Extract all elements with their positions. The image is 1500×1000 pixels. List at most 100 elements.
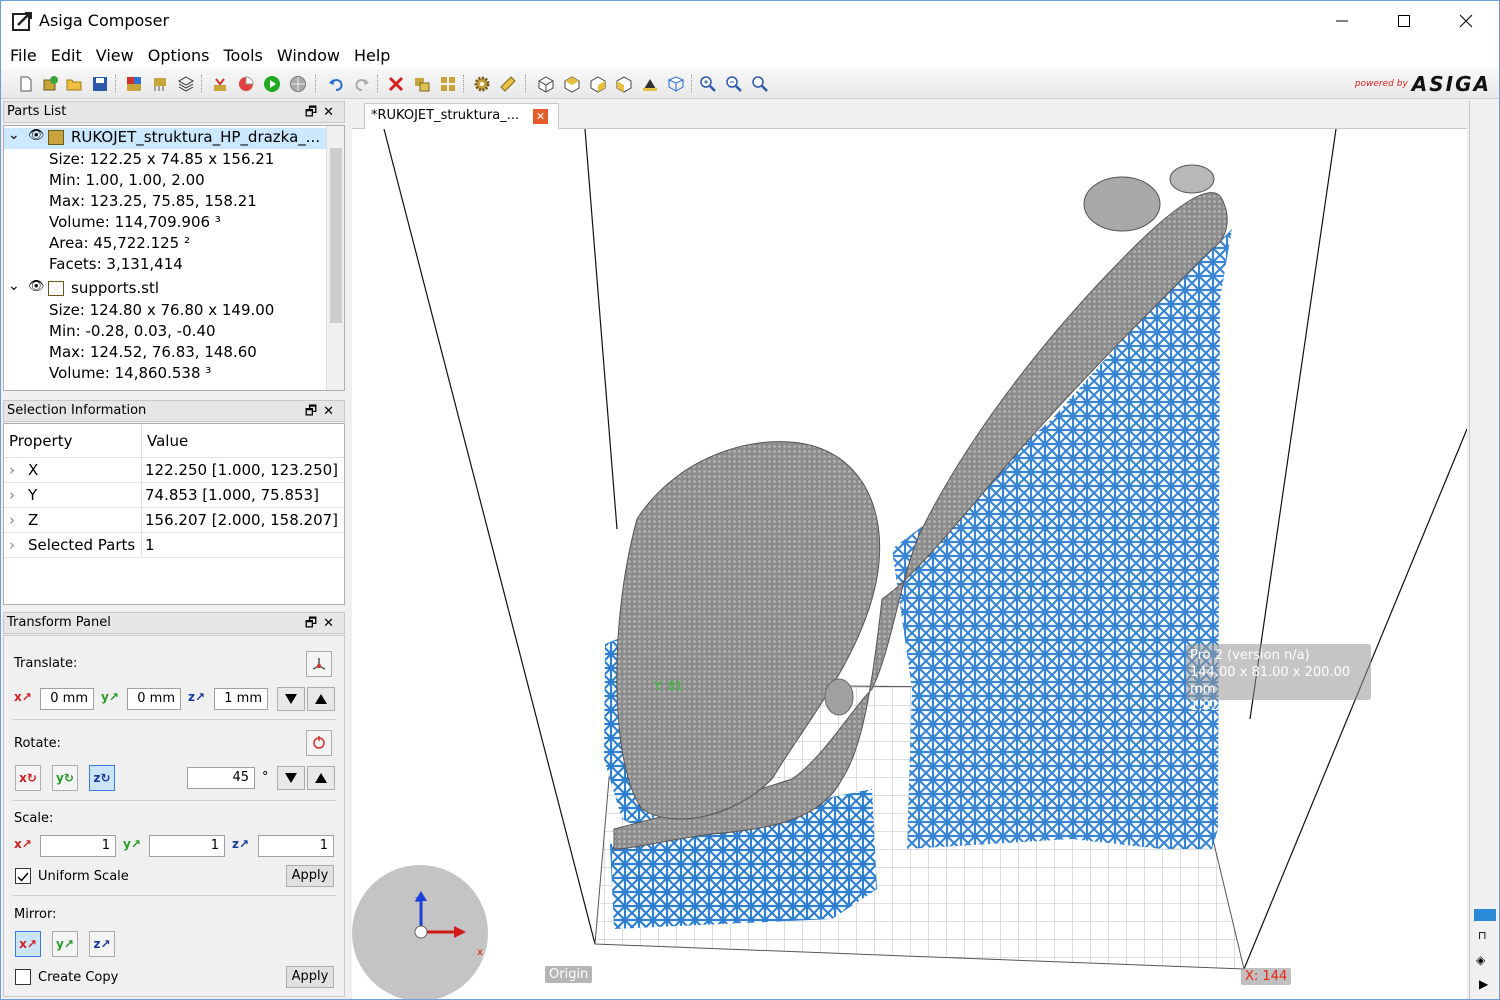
translate-down-button[interactable] (277, 687, 305, 711)
chevron-down-icon[interactable]: ⌄ (8, 278, 20, 294)
scale-x-input[interactable]: 1 (40, 835, 116, 857)
arrange-icon (441, 77, 455, 91)
layers-small-icon[interactable]: ◈ (1476, 953, 1485, 967)
scale-z-input[interactable]: 1 (258, 835, 334, 857)
add-part-button[interactable] (39, 73, 61, 95)
delete-button[interactable] (385, 73, 407, 95)
open-button[interactable] (63, 73, 85, 95)
support-button[interactable] (149, 73, 171, 95)
marker-icon[interactable]: ⊓ (1478, 929, 1487, 942)
supports-max: Max: 124.52, 76.83, 148.60 (49, 343, 257, 361)
globe-button[interactable] (287, 73, 309, 95)
rotate-z-icon: z↻ (93, 771, 111, 785)
rotate-up-button[interactable] (307, 766, 335, 790)
table-row[interactable]: › Z 156.207 [2.000, 158.207] (4, 508, 344, 533)
float-icon[interactable]: 🗗 (305, 105, 323, 120)
pie-button[interactable] (235, 73, 257, 95)
translate-x-input[interactable]: 0 mm (40, 688, 94, 710)
menu-view[interactable]: View (89, 46, 141, 65)
redo-button[interactable] (351, 73, 373, 95)
x-axis-icon: x↗ (14, 837, 32, 851)
uniform-scale-checkbox[interactable] (15, 868, 31, 884)
3d-viewport[interactable]: z x Y: 81 Pro 2 (version n/a) 144.00 x 8… (352, 129, 1467, 999)
rotate-angle-input[interactable]: 45 (187, 767, 255, 789)
view-back-button[interactable] (613, 73, 635, 95)
translate-z-input[interactable]: 1 mm (214, 688, 268, 710)
view-iso-button[interactable] (535, 73, 557, 95)
translate-y-input[interactable]: 0 mm (127, 688, 181, 710)
scene-canvas[interactable]: z x (352, 129, 1467, 999)
chevron-right-icon[interactable]: › (9, 461, 15, 479)
zoom-in-button[interactable] (697, 73, 719, 95)
view-bottom-button[interactable] (639, 73, 661, 95)
new-button[interactable] (15, 73, 37, 95)
menu-options[interactable]: Options (141, 46, 217, 65)
arrange-button[interactable] (437, 73, 459, 95)
float-icon[interactable]: 🗗 (305, 616, 323, 631)
x-axis-icon: x↗ (14, 690, 32, 704)
scale-apply-button[interactable]: Apply (286, 865, 334, 887)
maximize-button[interactable] (1373, 1, 1435, 41)
layer-slider-handle[interactable] (1474, 909, 1496, 921)
float-icon[interactable]: 🗗 (305, 404, 323, 419)
mirror-z-button[interactable]: z↗ (89, 931, 115, 957)
view-front-button[interactable] (561, 73, 583, 95)
menu-file[interactable]: File (3, 46, 44, 65)
eye-icon[interactable]: 👁 (28, 279, 45, 294)
menu-edit[interactable]: Edit (44, 46, 89, 65)
table-row[interactable]: › X 122.250 [1.000, 123.250] (4, 458, 344, 483)
close-button[interactable] (1435, 1, 1497, 41)
play-button[interactable] (261, 73, 283, 95)
col-value: Value (142, 424, 344, 458)
mirror-apply-button[interactable]: Apply (286, 966, 334, 988)
close-icon[interactable]: ✕ (323, 404, 340, 419)
tree-item-supports[interactable]: ⌄ 👁 supports.stl (4, 278, 326, 300)
translate-up-button[interactable] (307, 687, 335, 711)
zoom-in-icon (700, 76, 716, 92)
minimize-button[interactable] (1311, 1, 1373, 41)
chevron-right-icon[interactable]: › (9, 511, 15, 529)
view-side-button[interactable] (587, 73, 609, 95)
rotate-reset-button[interactable] (306, 730, 332, 756)
settings-button[interactable] (471, 73, 493, 95)
selection-header: Selection Information 🗗✕ (3, 400, 345, 422)
document-tab[interactable]: *RUKOJET_struktura_... ✕ (364, 103, 559, 129)
rotate-x-button[interactable]: x↻ (15, 765, 41, 791)
scroll-thumb[interactable] (330, 148, 342, 323)
measure-button[interactable] (497, 73, 519, 95)
chevron-right-icon[interactable]: › (9, 486, 15, 504)
chevron-down-icon[interactable]: ⌄ (8, 127, 20, 143)
undo-button[interactable] (325, 73, 347, 95)
mirror-y-button[interactable]: y↗ (52, 931, 78, 957)
chevron-right-icon[interactable]: › (9, 536, 15, 554)
eye-icon[interactable]: 👁 (28, 128, 45, 143)
toolbar-separator (201, 75, 202, 93)
view-top-button[interactable] (665, 73, 687, 95)
build-button[interactable] (123, 73, 145, 95)
rotate-down-button[interactable] (277, 766, 305, 790)
zoom-fit-button[interactable] (749, 73, 771, 95)
tree-item-part[interactable]: ⌄ 👁 RUKOJET_struktura_HP_drazka_... (4, 127, 326, 149)
mirror-x-button[interactable]: x↗ (15, 931, 41, 957)
rotate-y-button[interactable]: y↻ (52, 765, 78, 791)
zoom-out-button[interactable] (723, 73, 745, 95)
slice-button[interactable] (209, 73, 231, 95)
tab-close-icon[interactable]: ✕ (533, 109, 548, 124)
duplicate-button[interactable] (411, 73, 433, 95)
parts-scrollbar[interactable] (326, 126, 344, 390)
layers-button[interactable] (175, 73, 197, 95)
checkmark-icon (17, 872, 29, 882)
table-row[interactable]: › Y 74.853 [1.000, 75.853] (4, 483, 344, 508)
play-small-icon[interactable]: ▶ (1479, 977, 1488, 991)
scale-y-input[interactable]: 1 (149, 835, 225, 857)
rotate-z-button[interactable]: z↻ (89, 765, 115, 791)
create-copy-checkbox[interactable] (15, 969, 31, 985)
menu-tools[interactable]: Tools (216, 46, 269, 65)
menu-help[interactable]: Help (347, 46, 397, 65)
menu-window[interactable]: Window (270, 46, 347, 65)
save-button[interactable] (89, 73, 111, 95)
close-icon[interactable]: ✕ (323, 616, 340, 631)
table-row[interactable]: › Selected Parts 1 (4, 533, 344, 558)
translate-reset-button[interactable] (306, 651, 332, 677)
close-icon[interactable]: ✕ (323, 105, 340, 120)
